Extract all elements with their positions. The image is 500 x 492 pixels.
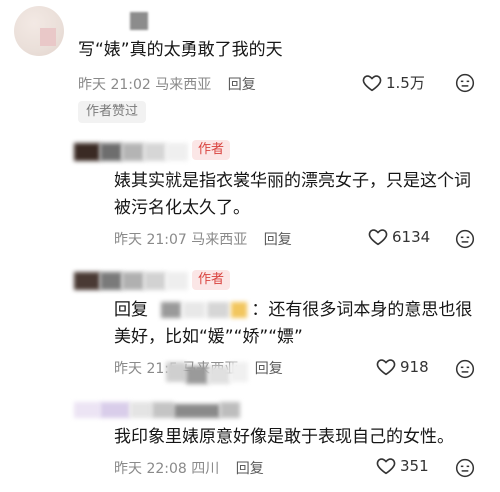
- comment-like-count: 1.5万: [386, 74, 425, 92]
- avatar-pixel-block: [40, 28, 56, 46]
- reply2-dislike-button[interactable]: [455, 359, 475, 379]
- heart-outline-icon: [376, 358, 396, 376]
- dislike-face-icon: [455, 229, 475, 249]
- reply1-text-line2: 被污名化太久了。: [114, 198, 250, 218]
- reply2-author-badge: 作者: [192, 270, 231, 290]
- heart-outline-icon: [362, 74, 382, 92]
- dislike-face-icon: [455, 359, 475, 379]
- reply2-username-redacted: [70, 270, 190, 292]
- reply1-like-count: 6134: [392, 228, 431, 246]
- reply2-meta-redacted-overlay: [166, 362, 248, 384]
- reply3-text: 我印象里婊原意好像是敢于表现自己的女性。: [114, 427, 454, 447]
- reply1-author-badge: 作者: [192, 140, 231, 160]
- reply3-dislike-button[interactable]: [455, 458, 475, 478]
- reply3-like-button[interactable]: 351: [376, 457, 429, 475]
- reply2-text-line1: ：还有很多词本身的意思也很: [251, 300, 473, 320]
- reply3-like-count: 351: [400, 457, 429, 475]
- comment-text: 写“婊”真的太勇敢了我的天: [78, 40, 283, 60]
- reply1-location: 马来西亚: [191, 232, 248, 248]
- reply1-reply-button[interactable]: 回复: [264, 232, 292, 248]
- reply3-time: 昨天 22:08: [114, 461, 187, 477]
- reply3-meta: 昨天 22:08 四川 回复: [114, 459, 264, 479]
- comment-dislike-button[interactable]: [455, 73, 475, 93]
- commenter-avatar[interactable]: [14, 6, 64, 56]
- heart-outline-icon: [376, 457, 396, 475]
- reply1-meta: 昨天 21:07 马来西亚 回复: [114, 230, 292, 250]
- reply3-location: 四川: [191, 461, 220, 477]
- dislike-face-icon: [455, 458, 475, 478]
- comment-time: 昨天 21:02: [78, 77, 151, 93]
- reply2-reply-prefix: 回复: [114, 300, 148, 320]
- reply2-reply-button[interactable]: 回复: [255, 361, 283, 377]
- reply2-text-line1-row: 回复 ：还有很多词本身的意思也很: [114, 298, 472, 322]
- comment-reply-button[interactable]: 回复: [228, 77, 256, 93]
- reply1-time: 昨天 21:07: [114, 232, 187, 248]
- reply3-reply-button[interactable]: 回复: [236, 461, 264, 477]
- reply1-dislike-button[interactable]: [455, 229, 475, 249]
- author-liked-tag: 作者赞过: [78, 101, 147, 123]
- comment-location: 马来西亚: [155, 77, 212, 93]
- comment-like-button[interactable]: 1.5万: [362, 72, 425, 93]
- reply2-like-count: 918: [400, 358, 429, 376]
- reply2-text-line2: 美好，比如“媛”“娇”“嫖”: [114, 327, 303, 347]
- reply1-like-button[interactable]: 6134: [368, 228, 430, 246]
- reply1-username-redacted: [70, 141, 188, 161]
- reply1-text-line1: 婊其实就是指衣裳华丽的漂亮女子，只是这个词: [114, 171, 471, 191]
- reply2-mentioned-user-redacted: [159, 300, 251, 320]
- reply3-username-redacted: [70, 400, 240, 420]
- heart-outline-icon: [368, 228, 388, 246]
- reply2-like-button[interactable]: 918: [376, 358, 429, 376]
- dislike-face-icon: [455, 73, 475, 93]
- username-redacted: [130, 12, 148, 30]
- comment-meta: 昨天 21:02 马来西亚 回复: [78, 75, 256, 95]
